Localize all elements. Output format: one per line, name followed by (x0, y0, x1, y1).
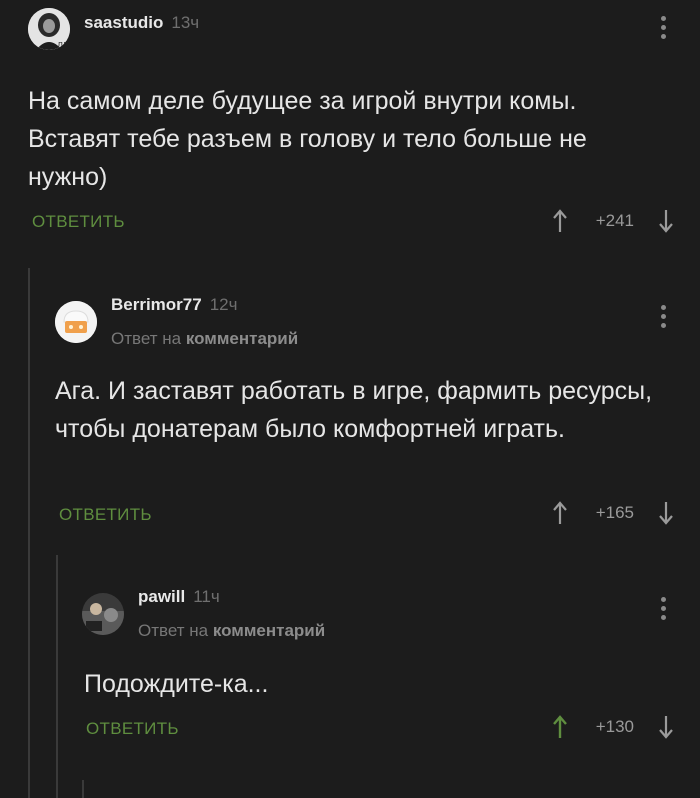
reply-to-label: Ответ на комментарий (111, 329, 298, 349)
reply-to-link[interactable]: комментарий (186, 329, 298, 348)
vote-controls: +165 (550, 500, 676, 526)
arrow-down-icon[interactable] (656, 714, 676, 740)
reply-to-link[interactable]: комментарий (213, 621, 325, 640)
reply-to-prefix: Ответ на (111, 329, 182, 348)
arrow-up-icon[interactable] (550, 208, 570, 234)
reply-to-label: Ответ на комментарий (138, 621, 325, 641)
more-vertical-icon[interactable] (660, 305, 666, 328)
username[interactable]: saastudio (84, 13, 163, 33)
arrow-down-icon[interactable] (656, 500, 676, 526)
reply-button[interactable]: ОТВЕТИТЬ (32, 212, 125, 232)
score: +130 (595, 717, 634, 736)
arrow-up-icon[interactable] (550, 500, 570, 526)
comment-text: Подождите-ка... (84, 670, 269, 698)
avatar[interactable] (55, 301, 97, 343)
reply-button[interactable]: ОТВЕТИТЬ (86, 719, 179, 739)
arrow-down-icon[interactable] (656, 208, 676, 234)
comment-time: 13ч (171, 13, 200, 32)
reply-button[interactable]: ОТВЕТИТЬ (59, 505, 152, 525)
score: +241 (595, 211, 634, 230)
arrow-up-icon[interactable] (550, 714, 570, 740)
username[interactable]: pawill (138, 587, 185, 607)
svg-text:ДР: ДР (57, 41, 68, 50)
comment-header: ДР saastudio 13ч (28, 8, 199, 50)
thread-line-level-3 (82, 780, 84, 798)
username[interactable]: Berrimor77 (111, 295, 202, 315)
comment-text: На самом деле будущее за игрой внутри ко… (28, 87, 587, 191)
avatar[interactable]: ДР (28, 8, 70, 50)
avatar[interactable] (82, 593, 124, 635)
reply-to-prefix: Ответ на (138, 621, 209, 640)
comment-time: 11ч (193, 587, 220, 606)
comment-time: 12ч (209, 295, 238, 314)
more-vertical-icon[interactable] (660, 597, 666, 620)
thread-line-level-1 (28, 268, 30, 798)
score: +165 (595, 503, 634, 522)
vote-controls: +130 (550, 714, 676, 740)
thread-line-level-2 (56, 555, 58, 798)
vote-controls: +241 (550, 208, 676, 234)
comment-header: pawill 11ч Ответ на комментарий (82, 587, 325, 641)
more-vertical-icon[interactable] (660, 16, 666, 39)
comment-text: Ага. И заставят работать в игре, фармить… (55, 377, 653, 443)
comment-header: Berrimor77 12ч Ответ на комментарий (55, 295, 298, 349)
